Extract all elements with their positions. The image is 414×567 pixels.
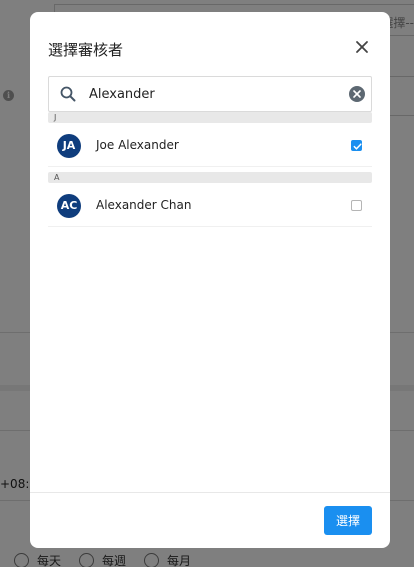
person-name: Alexander Chan [96,198,192,212]
avatar: AC [57,194,81,218]
person-name: Joe Alexander [96,138,179,152]
search-input[interactable] [89,83,339,105]
group-header-j: J [48,112,372,123]
modal-title: 選擇審核者 [48,41,124,59]
clear-search-button[interactable] [349,86,365,102]
list-item-alexander-chan[interactable]: AC Alexander Chan [48,186,372,227]
search-box [48,76,372,112]
select-checkbox[interactable] [351,200,362,211]
footer-divider [30,492,390,493]
list-item-joe-alexander[interactable]: JA Joe Alexander [48,126,372,167]
close-button[interactable] [352,37,372,57]
clear-icon [353,90,361,98]
reviewer-picker-modal: 選擇審核者 J JA Joe Alexander A [30,12,390,548]
checkmark-icon [353,143,362,150]
select-checkbox[interactable] [351,140,362,151]
select-button[interactable]: 選擇 [324,506,372,535]
group-header-a: A [48,172,372,183]
close-icon [356,41,368,53]
search-icon [60,86,76,102]
avatar: JA [57,134,81,158]
